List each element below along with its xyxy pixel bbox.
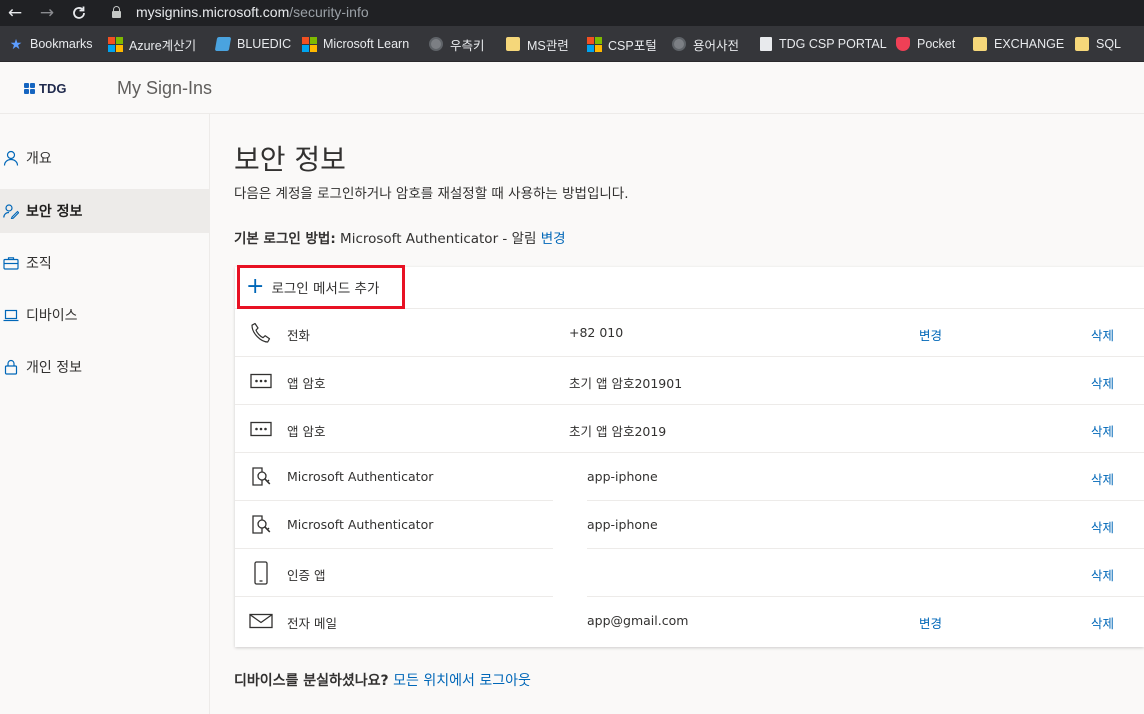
method-row-auth-app: 인증 앱 삭제	[235, 549, 1144, 597]
page-title: 보안 정보	[234, 143, 346, 176]
app-password-icon	[249, 369, 273, 393]
delete-auth-app-link[interactable]: 삭제	[1091, 565, 1114, 584]
sidebar-item-security-info[interactable]: 보안 정보	[0, 189, 209, 233]
change-phone-link[interactable]: 변경	[919, 325, 942, 344]
mobile-phone-icon	[249, 561, 273, 585]
globe-icon	[672, 37, 686, 51]
app-header: TDG My Sign-Ins	[0, 62, 1144, 114]
method-detail: 초기 앱 암호201901	[569, 376, 683, 391]
laptop-icon	[3, 307, 19, 323]
page-icon	[760, 37, 772, 51]
authenticator-icon	[249, 513, 273, 537]
bookmark-csp-portal[interactable]: CSP포털	[587, 35, 657, 53]
delete-email-link[interactable]: 삭제	[1091, 613, 1114, 632]
change-email-link[interactable]: 변경	[919, 613, 942, 632]
method-row-authenticator: Microsoft Authenticator app-iphone 삭제	[235, 453, 1144, 501]
bookmark-microsoft-learn[interactable]: Microsoft Learn	[302, 35, 409, 53]
method-detail: app-iphone	[587, 469, 658, 484]
bookmark-pocket[interactable]: Pocket	[896, 35, 955, 53]
bookmark-glossary[interactable]: 용어사전	[672, 35, 739, 53]
bookmark-right-key[interactable]: 우측키	[429, 35, 485, 53]
redaction-mask	[553, 501, 587, 549]
delete-authenticator-link[interactable]: 삭제	[1091, 517, 1114, 536]
briefcase-icon	[3, 255, 19, 271]
redaction-mask	[553, 549, 587, 597]
lock-icon	[3, 359, 19, 375]
phone-icon	[249, 321, 273, 345]
bluedic-icon	[214, 37, 232, 51]
redaction-mask	[553, 453, 587, 501]
method-row-app-password: 앱 암호 초기 앱 암호201901 삭제	[235, 357, 1144, 405]
tdg-logo[interactable]: TDG	[24, 81, 66, 96]
folder-icon	[973, 37, 987, 51]
bookmark-exchange[interactable]: EXCHANGE	[973, 35, 1064, 53]
sidebar-nav: 개요 보안 정보 조직 디바이스 개인 정보	[0, 114, 210, 714]
change-default-method-link[interactable]: 변경	[541, 231, 566, 247]
method-detail: app@gmail.com	[587, 613, 689, 628]
method-row-authenticator: Microsoft Authenticator app-iphone 삭제	[235, 501, 1144, 549]
authenticator-icon	[249, 465, 273, 489]
globe-icon	[429, 37, 443, 51]
bookmark-bluedic[interactable]: BLUEDIC	[214, 35, 291, 53]
mail-icon	[249, 609, 273, 633]
back-arrow-icon[interactable]: ←	[5, 3, 25, 23]
method-row-email: 전자 메일 app@gmail.com 변경 삭제	[235, 597, 1144, 645]
bookmark-tdg-csp-portal[interactable]: TDG CSP PORTAL	[760, 35, 887, 53]
method-detail: +82 010	[569, 325, 624, 340]
default-method-value: Microsoft Authenticator - 알림	[340, 231, 537, 247]
tdg-logo-icon	[24, 83, 35, 94]
lock-icon	[112, 6, 121, 18]
pocket-icon	[896, 37, 910, 51]
url-text: mysignins.microsoft.com/security-info	[136, 4, 369, 20]
add-method-row: + 로그인 메서드 추가	[235, 265, 1144, 309]
app-password-icon	[249, 417, 273, 441]
delete-authenticator-link[interactable]: 삭제	[1091, 469, 1114, 488]
bookmark-bookmarks[interactable]: ★ Bookmarks	[9, 35, 93, 53]
plus-icon: +	[246, 274, 265, 299]
method-detail: 초기 앱 암호2019	[569, 424, 667, 439]
sidebar-item-privacy[interactable]: 개인 정보	[0, 345, 209, 389]
security-info-icon	[3, 203, 19, 219]
sidebar-item-organization[interactable]: 조직	[0, 241, 209, 285]
bookmark-ms-related[interactable]: MS관련	[506, 35, 569, 53]
methods-card: + 로그인 메서드 추가 전화 +82 010 변경 삭제 앱 암호 초기 앱 …	[235, 265, 1144, 647]
person-icon	[3, 150, 19, 166]
app-title: My Sign-Ins	[117, 78, 213, 98]
default-signin-method: 기본 로그인 방법: Microsoft Authenticator - 알림 …	[234, 227, 566, 247]
delete-app-password-link[interactable]: 삭제	[1091, 373, 1114, 392]
add-signin-method-button[interactable]: + 로그인 메서드 추가	[237, 265, 405, 309]
lost-device-label: 디바이스를 분실하셨나요?	[234, 673, 389, 689]
star-icon: ★	[9, 36, 23, 52]
bookmark-azure-calculator[interactable]: Azure계산기	[108, 35, 196, 53]
bookmark-sql[interactable]: SQL	[1075, 35, 1121, 53]
method-row-app-password: 앱 암호 초기 앱 암호2019 삭제	[235, 405, 1144, 453]
folder-icon	[1075, 37, 1089, 51]
page-description: 다음은 계정을 로그인하거나 암호를 재설정할 때 사용하는 방법입니다.	[234, 186, 629, 202]
lost-device-section: 디바이스를 분실하셨나요? 모든 위치에서 로그아웃	[234, 670, 531, 690]
delete-phone-link[interactable]: 삭제	[1091, 325, 1114, 344]
reload-icon[interactable]	[69, 3, 89, 23]
sidebar-item-devices[interactable]: 디바이스	[0, 293, 209, 337]
microsoft-logo-icon	[587, 37, 602, 52]
address-bar[interactable]: mysignins.microsoft.com/security-info	[100, 0, 1144, 26]
browser-toolbar: ← → mysignins.microsoft.com/security-inf…	[0, 0, 1144, 26]
sign-out-everywhere-link[interactable]: 모든 위치에서 로그아웃	[393, 673, 531, 689]
main-content: 보안 정보 다음은 계정을 로그인하거나 암호를 재설정할 때 사용하는 방법입…	[210, 114, 1144, 714]
forward-arrow-icon[interactable]: →	[37, 3, 57, 23]
default-method-label: 기본 로그인 방법:	[234, 231, 336, 247]
redaction-mask	[553, 597, 587, 645]
sidebar-item-overview[interactable]: 개요	[0, 136, 209, 180]
microsoft-logo-icon	[108, 37, 123, 52]
method-row-phone: 전화 +82 010 변경 삭제	[235, 309, 1144, 357]
microsoft-logo-icon	[302, 37, 317, 52]
delete-app-password-link[interactable]: 삭제	[1091, 421, 1114, 440]
folder-icon	[506, 37, 520, 51]
method-detail: app-iphone	[587, 517, 658, 532]
bookmarks-bar: ★ Bookmarks Azure계산기 BLUEDIC Microsoft Le…	[0, 26, 1144, 62]
